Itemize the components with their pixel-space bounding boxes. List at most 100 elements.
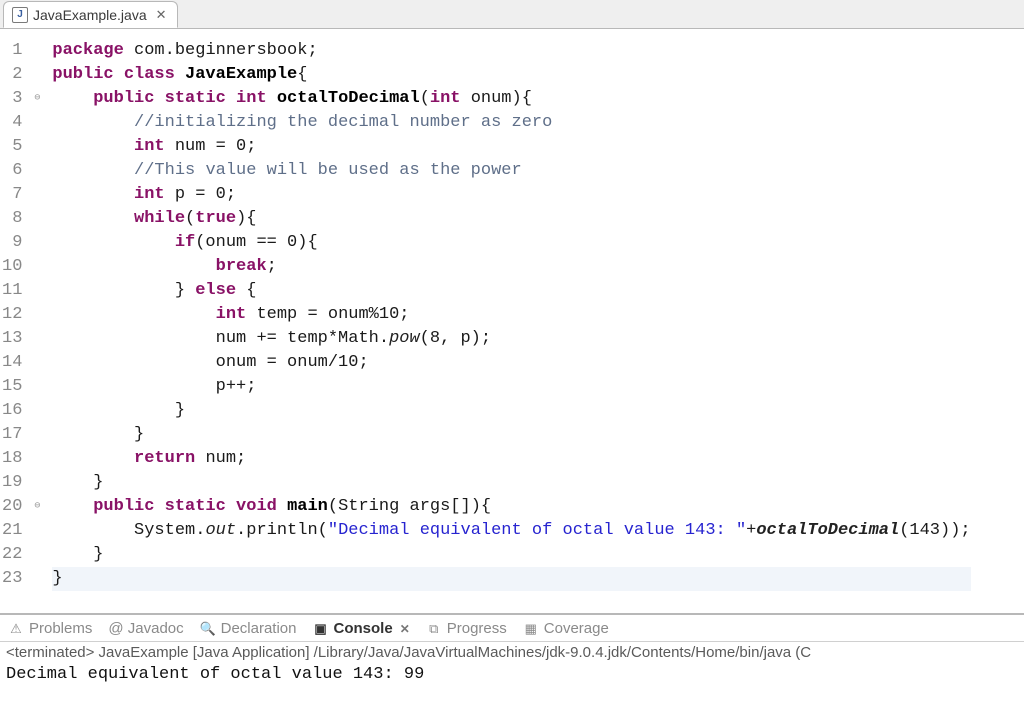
line-number: 14 bbox=[2, 351, 22, 375]
line-number: 16 bbox=[2, 399, 22, 423]
line-number: 19 bbox=[2, 471, 22, 495]
line-number: 6 bbox=[2, 159, 22, 183]
code-line[interactable]: int temp = onum%10; bbox=[52, 303, 970, 327]
console-icon: ▣ bbox=[313, 621, 329, 637]
fold-marker bbox=[30, 399, 44, 423]
editor-tab-label: JavaExample.java bbox=[33, 7, 147, 23]
tab-label: @ Javadoc bbox=[108, 620, 183, 637]
line-number: 8 bbox=[2, 207, 22, 231]
line-number-gutter: 1234567891011121314151617181920212223 bbox=[0, 29, 30, 613]
fold-marker bbox=[30, 63, 44, 87]
code-line[interactable]: } bbox=[52, 423, 970, 447]
fold-marker bbox=[30, 231, 44, 255]
fold-marker[interactable]: ⊖ bbox=[30, 495, 44, 519]
fold-marker bbox=[30, 279, 44, 303]
fold-marker bbox=[30, 111, 44, 135]
line-number: 3 bbox=[2, 87, 22, 111]
console-header: <terminated> JavaExample [Java Applicati… bbox=[0, 642, 1024, 663]
line-number: 20 bbox=[2, 495, 22, 519]
line-number: 13 bbox=[2, 327, 22, 351]
java-file-icon: J bbox=[12, 7, 28, 23]
progress-icon: ⧉ bbox=[426, 621, 442, 637]
code-line[interactable]: package com.beginnersbook; bbox=[52, 39, 970, 63]
line-number: 12 bbox=[2, 303, 22, 327]
fold-marker bbox=[30, 159, 44, 183]
fold-marker bbox=[30, 375, 44, 399]
line-number: 1 bbox=[2, 39, 22, 63]
fold-marker bbox=[30, 255, 44, 279]
line-number: 7 bbox=[2, 183, 22, 207]
fold-marker[interactable]: ⊖ bbox=[30, 87, 44, 111]
coverage-icon: ▦ bbox=[523, 621, 539, 637]
line-number: 9 bbox=[2, 231, 22, 255]
code-line[interactable]: public class JavaExample{ bbox=[52, 63, 970, 87]
fold-marker bbox=[30, 447, 44, 471]
code-line[interactable]: } bbox=[52, 543, 970, 567]
tab-label: Progress bbox=[447, 620, 507, 637]
fold-marker bbox=[30, 471, 44, 495]
fold-marker bbox=[30, 543, 44, 567]
problems-icon: ⚠ bbox=[8, 621, 24, 637]
fold-marker bbox=[30, 423, 44, 447]
fold-marker bbox=[30, 135, 44, 159]
code-line[interactable]: System.out.println("Decimal equivalent o… bbox=[52, 519, 970, 543]
fold-marker bbox=[30, 39, 44, 63]
declaration-icon: 🔍 bbox=[200, 621, 216, 637]
code-line[interactable]: //This value will be used as the power bbox=[52, 159, 970, 183]
tab-label: Declaration bbox=[221, 620, 297, 637]
tab-console[interactable]: ▣ Console ✕ bbox=[313, 620, 410, 637]
code-line[interactable]: return num; bbox=[52, 447, 970, 471]
code-line[interactable]: int p = 0; bbox=[52, 183, 970, 207]
code-line[interactable]: } bbox=[52, 567, 970, 591]
editor-tab[interactable]: J JavaExample.java ✕ bbox=[3, 1, 178, 28]
fold-marker bbox=[30, 519, 44, 543]
line-number: 5 bbox=[2, 135, 22, 159]
code-line[interactable]: public static int octalToDecimal(int onu… bbox=[52, 87, 970, 111]
close-icon[interactable]: ✕ bbox=[156, 7, 167, 23]
tab-progress[interactable]: ⧉ Progress bbox=[426, 620, 507, 637]
line-number: 15 bbox=[2, 375, 22, 399]
code-line[interactable]: while(true){ bbox=[52, 207, 970, 231]
editor-tab-bar: J JavaExample.java ✕ bbox=[0, 0, 1024, 29]
bottom-panel: ⚠ Problems @ Javadoc 🔍 Declaration ▣ Con… bbox=[0, 613, 1024, 686]
tab-coverage[interactable]: ▦ Coverage bbox=[523, 620, 609, 637]
close-icon[interactable]: ✕ bbox=[400, 622, 410, 636]
fold-marker bbox=[30, 327, 44, 351]
line-number: 4 bbox=[2, 111, 22, 135]
code-line[interactable]: break; bbox=[52, 255, 970, 279]
console-output: Decimal equivalent of octal value 143: 9… bbox=[0, 663, 1024, 686]
fold-column[interactable]: ⊖⊖ bbox=[30, 29, 44, 613]
fold-marker bbox=[30, 183, 44, 207]
line-number: 2 bbox=[2, 63, 22, 87]
tab-label: Coverage bbox=[544, 620, 609, 637]
code-content[interactable]: package com.beginnersbook;public class J… bbox=[44, 29, 970, 613]
line-number: 22 bbox=[2, 543, 22, 567]
tab-declaration[interactable]: 🔍 Declaration bbox=[200, 620, 297, 637]
code-line[interactable]: p++; bbox=[52, 375, 970, 399]
line-number: 17 bbox=[2, 423, 22, 447]
code-editor[interactable]: 1234567891011121314151617181920212223 ⊖⊖… bbox=[0, 29, 1024, 613]
tab-label: Problems bbox=[29, 620, 92, 637]
tab-problems[interactable]: ⚠ Problems bbox=[8, 620, 92, 637]
code-line[interactable]: num += temp*Math.pow(8, p); bbox=[52, 327, 970, 351]
code-line[interactable]: int num = 0; bbox=[52, 135, 970, 159]
code-line[interactable]: } bbox=[52, 471, 970, 495]
code-line[interactable]: //initializing the decimal number as zer… bbox=[52, 111, 970, 135]
line-number: 11 bbox=[2, 279, 22, 303]
line-number: 23 bbox=[2, 567, 22, 591]
line-number: 21 bbox=[2, 519, 22, 543]
view-tab-bar: ⚠ Problems @ Javadoc 🔍 Declaration ▣ Con… bbox=[0, 615, 1024, 642]
tab-javadoc[interactable]: @ Javadoc bbox=[108, 620, 183, 637]
code-line[interactable]: } else { bbox=[52, 279, 970, 303]
code-line[interactable]: if(onum == 0){ bbox=[52, 231, 970, 255]
code-line[interactable]: } bbox=[52, 399, 970, 423]
code-line[interactable]: onum = onum/10; bbox=[52, 351, 970, 375]
line-number: 10 bbox=[2, 255, 22, 279]
fold-marker bbox=[30, 567, 44, 591]
tab-label: Console bbox=[334, 620, 393, 637]
fold-marker bbox=[30, 351, 44, 375]
code-line[interactable]: public static void main(String args[]){ bbox=[52, 495, 970, 519]
fold-marker bbox=[30, 207, 44, 231]
line-number: 18 bbox=[2, 447, 22, 471]
fold-marker bbox=[30, 303, 44, 327]
